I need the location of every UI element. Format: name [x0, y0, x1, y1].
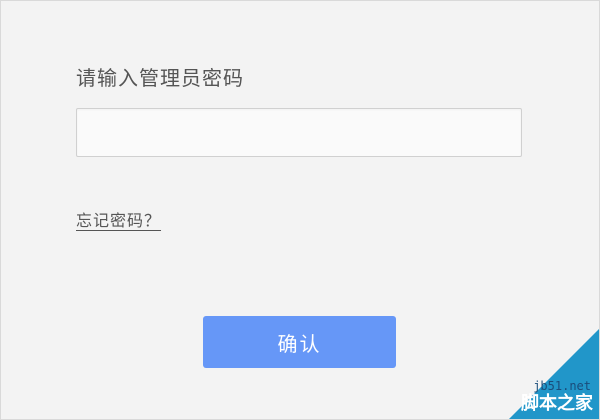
site-watermark: jb51.net 脚本之家: [509, 329, 599, 419]
dialog-title: 请输入管理员密码: [76, 66, 244, 90]
login-dialog: 请输入管理员密码 忘记密码？ 确认 jb51.net 脚本之家: [0, 0, 600, 420]
confirm-button[interactable]: 确认: [203, 316, 396, 368]
forgot-password-link[interactable]: 忘记密码？: [76, 207, 161, 231]
watermark-brand: 脚本之家: [521, 393, 593, 414]
password-input[interactable]: [76, 108, 522, 157]
